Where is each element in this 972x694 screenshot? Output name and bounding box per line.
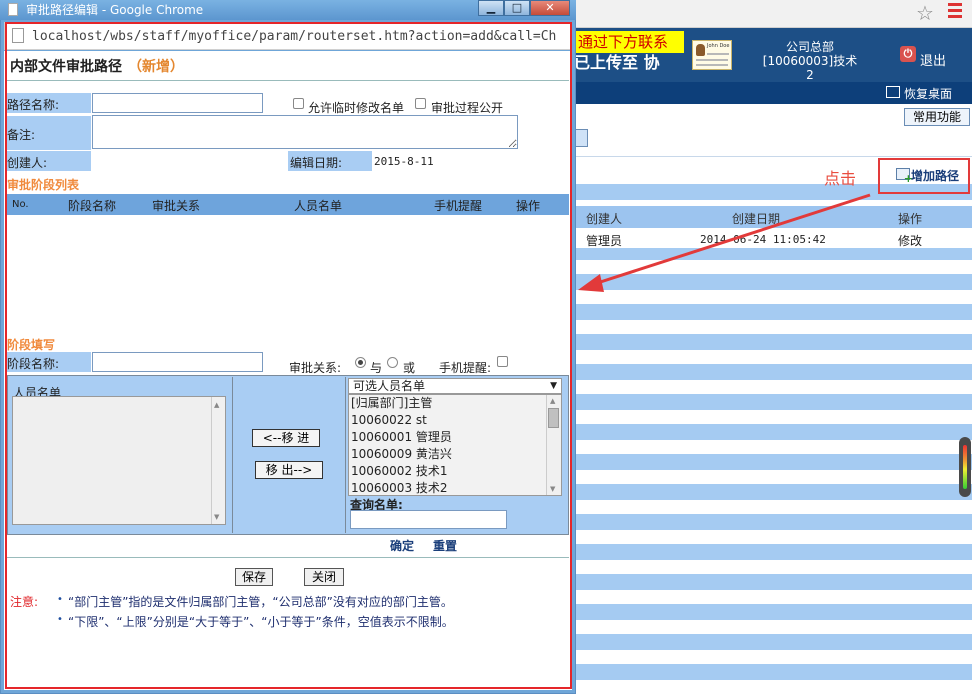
relation-and-radio[interactable] — [355, 357, 366, 368]
exit-link[interactable]: 退出 — [920, 50, 946, 69]
close-window-button[interactable]: ✕ — [530, 0, 570, 16]
path-name-input[interactable] — [92, 93, 263, 113]
page-icon — [8, 3, 18, 16]
bullet-icon: • — [57, 614, 63, 625]
list-item[interactable]: 10060009 黄洁兴 — [349, 446, 561, 463]
member-listbox-scrollbar[interactable] — [211, 397, 225, 524]
public-process-label: 审批过程公开 — [431, 101, 504, 115]
member-listbox[interactable] — [12, 396, 226, 525]
search-input[interactable] — [350, 510, 507, 529]
form-title: 内部文件审批路径 （新增） — [10, 56, 184, 76]
confirm-button[interactable]: 确定 — [390, 537, 414, 554]
browser-toolbar — [574, 0, 972, 28]
stage-fill-title: 阶段填写 — [7, 338, 56, 352]
scroll-thumb[interactable] — [548, 408, 559, 428]
scroll-down-icon[interactable] — [547, 484, 561, 494]
minimize-button[interactable]: ▁ — [478, 0, 504, 16]
remark-label: 备注: — [7, 128, 36, 142]
list-item[interactable]: [归属部门]主管 — [349, 395, 561, 412]
marquee-notice: 通过下方联系 — [574, 31, 684, 53]
available-members-listbox[interactable]: [归属部门]主管 10060022 st 10060001 管理员 100600… — [348, 394, 562, 496]
bullet-icon: • — [57, 594, 63, 605]
move-in-button[interactable]: <--移 进 — [252, 429, 320, 447]
divider — [574, 156, 972, 157]
scroll-down-icon[interactable] — [211, 512, 225, 522]
user-info: 公司总部 [10060003]技术2 — [760, 40, 860, 82]
edit-link[interactable]: 修改 — [898, 232, 922, 249]
notes-heading: 注意: — [10, 595, 39, 609]
list-item[interactable]: 10060001 管理员 — [349, 429, 561, 446]
sms-label: 手机提醒: — [439, 361, 492, 375]
scroll-up-icon[interactable] — [547, 396, 561, 406]
note-item: “部门主管”指的是文件归属部门主管，“公司总部”没有对应的部门主管。 — [68, 595, 453, 609]
th-no: No. — [12, 199, 29, 210]
th-sms-reminder: 手机提醒 — [434, 199, 483, 213]
edit-date-label: 编辑日期: — [290, 156, 343, 170]
th-relation: 审批关系 — [152, 199, 201, 213]
add-path-link[interactable]: 增加路径 — [911, 167, 959, 184]
available-members-select[interactable]: 可选人员名单 ▼ — [348, 378, 562, 394]
sms-checkbox[interactable] — [497, 356, 508, 367]
window-title: 审批路径编辑 - Google Chrome — [26, 3, 204, 17]
relation-and-label: 与 — [370, 361, 383, 375]
allow-temp-edit-label: 允许临时修改名单 — [308, 101, 405, 115]
edit-date-value: 2015-8-11 — [374, 155, 434, 168]
common-functions-button[interactable]: 常用功能 — [904, 108, 970, 126]
org-name: 公司总部 — [785, 40, 834, 54]
chevron-down-icon: ▼ — [550, 381, 557, 391]
path-name-label: 路径名称: — [7, 98, 60, 112]
move-buttons-panel — [234, 377, 346, 533]
user-card-icon: John Doe — [692, 40, 732, 70]
url-text[interactable]: localhost/wbs/staff/myoffice/param/route… — [32, 29, 570, 44]
remark-textarea[interactable] — [92, 115, 518, 149]
note-item: “下限”、“上限”分别是“大于等于”、“小于等于”条件，空值表示不限制。 — [68, 615, 454, 629]
reset-button[interactable]: 重置 — [433, 537, 457, 554]
relation-label: 审批关系: — [289, 361, 342, 375]
close-button[interactable]: 关闭 — [304, 568, 344, 586]
bookmark-star-icon[interactable]: ☆ — [916, 2, 934, 24]
list-item[interactable]: 10060003 技术2 — [349, 480, 561, 495]
maximize-button[interactable]: □ — [504, 0, 530, 16]
marquee-notice-2: 已上传至 协 — [574, 53, 660, 72]
stage-table-body — [7, 215, 569, 333]
restore-desktop-link[interactable]: 恢复桌面 — [904, 85, 952, 102]
divider — [7, 80, 569, 81]
th-stage-name: 阶段名称 — [68, 199, 117, 213]
th-member-list: 人员名单 — [294, 199, 343, 213]
scroll-up-icon[interactable] — [211, 400, 225, 410]
relation-or-label: 或 — [403, 361, 416, 375]
add-path-icon[interactable] — [896, 168, 913, 185]
available-select-label: 可选人员名单 — [353, 379, 426, 393]
annotation-arrow-icon — [578, 193, 871, 292]
stage-name-label: 阶段名称: — [7, 357, 60, 371]
form-mode-badge: （新增） — [128, 59, 184, 75]
list-item[interactable]: 10060002 技术1 — [349, 463, 561, 480]
allow-temp-edit-checkbox[interactable] — [293, 98, 304, 109]
user-card-name: John Doe — [707, 43, 730, 49]
relation-or-radio[interactable] — [387, 357, 398, 368]
desktop-icon[interactable] — [886, 86, 900, 98]
user-name: [10060003]技术2 — [762, 54, 858, 82]
page-icon — [12, 28, 24, 43]
scroll-indicator[interactable] — [959, 437, 971, 497]
list-item[interactable]: 10060022 st — [349, 412, 561, 429]
public-process-checkbox[interactable] — [415, 98, 426, 109]
divider — [7, 557, 569, 558]
stage-name-input[interactable] — [92, 352, 263, 372]
th-operation: 操作 — [516, 199, 541, 213]
stage-list-title: 审批阶段列表 — [7, 178, 80, 192]
power-icon[interactable]: ⏻ — [900, 46, 916, 62]
save-button[interactable]: 保存 — [235, 568, 273, 586]
chrome-menu-icon[interactable] — [948, 3, 962, 19]
partial-button[interactable] — [574, 129, 588, 147]
th-action: 操作 — [898, 212, 923, 226]
creator-label: 创建人: — [7, 156, 48, 170]
form-title-text: 内部文件审批路径 — [10, 59, 122, 75]
move-out-button[interactable]: 移 出--> — [255, 461, 323, 479]
